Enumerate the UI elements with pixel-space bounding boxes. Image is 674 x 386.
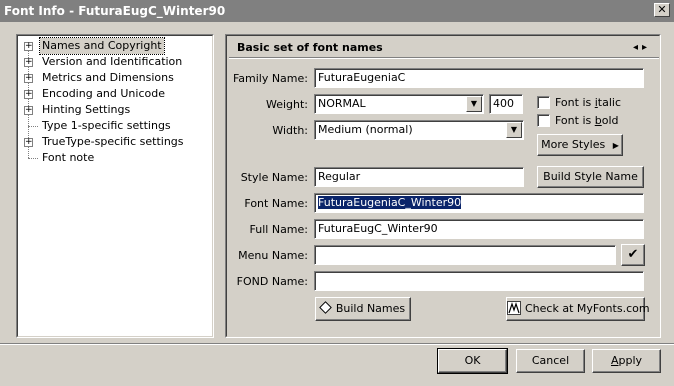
fond-name-label: FOND Name: [236,275,308,288]
tree-connector [28,126,38,127]
tree-item[interactable]: + Names and Copyright [18,37,212,55]
family-name-input[interactable]: FuturaEugeniaC [314,68,644,88]
expand-icon[interactable]: + [24,90,33,99]
full-name-input[interactable]: FuturaEugC_Winter90 [314,219,644,239]
font-name-input[interactable]: FuturaEugeniaC_Winter90 [314,193,644,213]
menu-name-input[interactable] [314,245,616,265]
width-label: Width: [272,124,308,137]
window-title-bar: Font Info - FuturaEugC_Winter90 [0,0,674,22]
tree-item-label[interactable]: TrueType-specific settings [40,134,186,150]
weight-number-input[interactable]: 400 [489,94,523,114]
font-name-label: Font Name: [244,197,308,210]
expand-icon[interactable]: + [24,74,33,83]
category-tree[interactable]: + Names and Copyright + Version and Identif… [16,34,214,338]
apply-button[interactable]: Apply [592,349,661,373]
italic-checkbox-label[interactable]: Font is italic [555,96,621,109]
tree-item-label[interactable]: Font note [40,150,96,166]
footer-divider [0,343,674,345]
menu-name-label: Menu Name: [238,249,308,262]
panel-header: Basic set of font names ◂▸ [229,38,659,58]
full-name-label: Full Name: [249,223,308,236]
build-style-name-button[interactable]: Build Style Name [537,166,644,188]
weight-label: Weight: [265,98,308,111]
width-select[interactable]: Medium (normal) ▼ [314,120,524,140]
prev-page-icon[interactable]: ◂ [633,42,642,53]
ok-button[interactable]: OK [437,348,508,374]
tree-item[interactable]: Font note [18,150,212,166]
expand-icon[interactable]: + [24,106,33,115]
tree-item-label[interactable]: Encoding and Unicode [40,86,167,102]
myfonts-icon [507,301,521,315]
more-styles-button[interactable]: More Styles ▶ [537,134,623,156]
tree-item-label[interactable]: Names and Copyright [39,37,165,55]
weight-select[interactable]: NORMAL ▼ [314,94,484,114]
italic-checkbox[interactable] [537,96,550,109]
tree-item[interactable]: + TrueType-specific settings [18,134,212,150]
bold-checkbox[interactable] [537,114,550,127]
tree-item[interactable]: + Hinting Settings [18,102,212,118]
tree-item[interactable]: + Metrics and Dimensions [18,70,212,86]
window-title: Font Info - FuturaEugC_Winter90 [4,4,226,18]
tree-item-label[interactable]: Metrics and Dimensions [40,70,176,86]
style-name-input[interactable]: Regular [314,167,524,187]
style-name-label: Style Name: [240,171,308,184]
fond-name-input[interactable] [314,271,644,291]
family-name-label: Family Name: [232,72,308,85]
chevron-down-icon[interactable]: ▼ [466,96,482,112]
chevron-down-icon[interactable]: ▼ [506,122,522,138]
build-names-button[interactable]: Build Names [315,297,411,321]
checkmark-icon[interactable]: ✔ [621,244,645,266]
tree-item-label[interactable]: Version and Identification [40,54,184,70]
check-myfonts-button[interactable]: Check at MyFonts.com [506,297,650,321]
tree-item-label[interactable]: Type 1-specific settings [40,118,173,134]
arrow-right-icon: ▶ [612,141,619,150]
tree-item[interactable]: + Encoding and Unicode [18,86,212,102]
expand-icon[interactable]: + [24,58,33,67]
bold-checkbox-label[interactable]: Font is bold [555,114,619,127]
expand-icon[interactable]: + [24,138,33,147]
expand-icon[interactable]: + [24,42,33,51]
panel-title: Basic set of font names [237,41,383,54]
cancel-button[interactable]: Cancel [516,349,585,373]
tree-connector [28,158,38,159]
tree-item-label[interactable]: Hinting Settings [40,102,132,118]
tree-item[interactable]: Type 1-specific settings [18,118,212,134]
tree-item[interactable]: + Version and Identification [18,54,212,70]
next-page-icon[interactable]: ▸ [642,42,651,53]
diamond-arrow-icon [318,301,332,314]
close-icon[interactable]: ✕ [654,3,670,17]
